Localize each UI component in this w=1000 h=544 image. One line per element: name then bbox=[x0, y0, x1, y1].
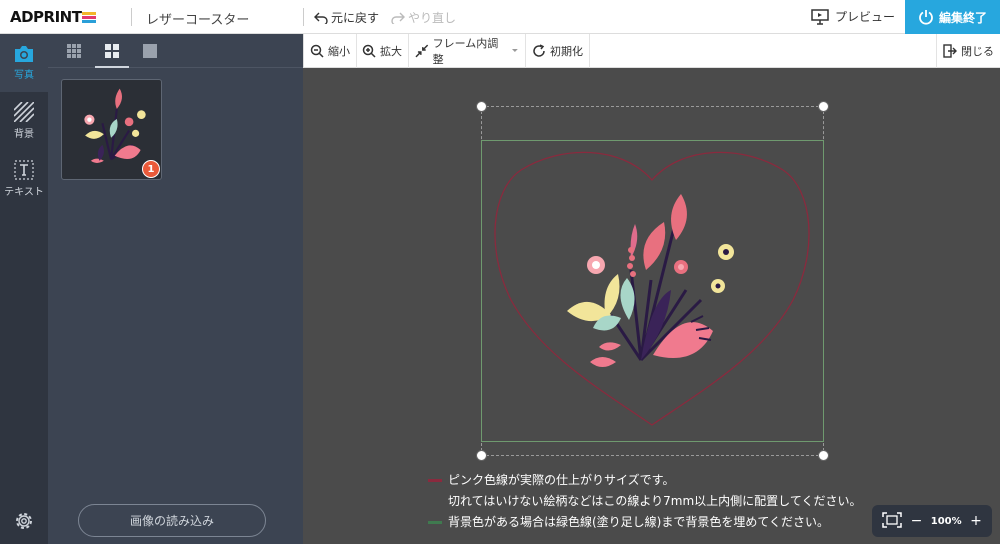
tab-grid-medium[interactable] bbox=[95, 42, 129, 68]
finish-label: 編集終了 bbox=[938, 10, 987, 25]
tab-grid-large[interactable] bbox=[141, 42, 159, 60]
resize-handle-top-right[interactable] bbox=[818, 101, 829, 112]
note-text: ピンク色線が実際の仕上がりサイズです。 bbox=[448, 473, 675, 487]
zoom-in-icon bbox=[362, 44, 376, 58]
grid-large-icon bbox=[143, 44, 157, 58]
tab-grid-small[interactable] bbox=[65, 42, 83, 60]
note-text: 背景色がある場合は緑色線(塗り足し線)まで背景色を埋めてください。 bbox=[448, 515, 830, 529]
redo-icon bbox=[391, 12, 405, 24]
image-thumbnail[interactable]: 1 bbox=[61, 79, 162, 180]
app-header: ADPRINT レザーコースター 元に戻す やり直し プレビュー 編集終了 bbox=[0, 0, 1000, 34]
undo-label: 元に戻す bbox=[331, 11, 380, 25]
camera-icon bbox=[15, 46, 33, 62]
pink-swatch bbox=[428, 479, 442, 482]
close-button[interactable]: 閉じる bbox=[936, 34, 1000, 68]
adprint-logo[interactable]: ADPRINT bbox=[10, 7, 97, 27]
zoom-out-button[interactable]: 縮小 bbox=[304, 34, 357, 68]
shrink-arrows-icon bbox=[415, 44, 429, 58]
left-rail: 写真 背景 テキスト bbox=[0, 34, 48, 544]
reset-button[interactable]: 初期化 bbox=[526, 34, 590, 68]
rail-item-label: 写真 bbox=[14, 70, 34, 81]
power-icon bbox=[919, 10, 933, 25]
finish-editing-button[interactable]: 編集終了 bbox=[905, 0, 1000, 34]
product-title: レザーコースター bbox=[146, 13, 250, 28]
logo-text: ADPRINT bbox=[10, 8, 82, 26]
note-pink-line: ピンク色線が実際の仕上がりサイズです。 bbox=[428, 470, 861, 491]
exit-door-icon bbox=[943, 44, 957, 58]
redo-label: やり直し bbox=[408, 11, 457, 25]
rail-item-text[interactable]: テキスト bbox=[0, 150, 48, 208]
close-label: 閉じる bbox=[961, 45, 994, 58]
reset-label: 初期化 bbox=[550, 45, 583, 58]
usage-count-badge: 1 bbox=[142, 160, 160, 178]
dropdown-caret-icon bbox=[512, 49, 519, 52]
monitor-icon bbox=[811, 8, 829, 25]
green-swatch bbox=[428, 521, 442, 524]
view-tabs bbox=[48, 34, 303, 68]
zoom-minus-button[interactable]: − bbox=[911, 513, 923, 529]
redo-button[interactable]: やり直し bbox=[391, 9, 456, 26]
note-green-line: 背景色がある場合は緑色線(塗り足し線)まで背景色を埋めてください。 bbox=[428, 512, 861, 533]
zoom-out-label: 縮小 bbox=[328, 45, 350, 58]
settings-button[interactable] bbox=[13, 510, 35, 536]
rail-item-label: テキスト bbox=[4, 187, 44, 198]
load-image-button[interactable]: 画像の読み込み bbox=[78, 504, 266, 537]
fit-frame-label: フレーム内調整 bbox=[432, 37, 499, 66]
preview-button[interactable]: プレビュー bbox=[811, 8, 895, 25]
guide-notes: ピンク色線が実際の仕上がりサイズです。 切れてはいけない絵柄などはこの線より7m… bbox=[428, 470, 861, 533]
refresh-icon bbox=[533, 44, 545, 57]
fit-frame-dropdown[interactable]: フレーム内調整 bbox=[409, 34, 526, 68]
rail-item-photo[interactable]: 写真 bbox=[0, 34, 48, 92]
zoom-in-button[interactable]: 拡大 bbox=[356, 34, 409, 68]
zoom-control: − 100% + bbox=[872, 505, 992, 537]
grid-small-icon bbox=[67, 44, 81, 58]
rail-item-label: 背景 bbox=[14, 129, 34, 140]
zoom-in-label: 拡大 bbox=[380, 45, 402, 58]
fit-screen-button[interactable] bbox=[882, 511, 902, 531]
resize-handle-bottom-left[interactable] bbox=[476, 450, 487, 461]
zoom-level: 100% bbox=[930, 515, 962, 527]
edit-toolbar: 縮小 拡大 フレーム内調整 初期化 閉じる bbox=[303, 34, 1000, 68]
rail-item-background[interactable]: 背景 bbox=[0, 92, 48, 150]
grid-medium-icon bbox=[105, 44, 119, 58]
zoom-plus-button[interactable]: + bbox=[970, 513, 982, 529]
note-text: 切れてはいけない絵柄などはこの線より7mm以上内側に配置してください。 bbox=[448, 494, 862, 508]
heart-cut-line bbox=[494, 151, 810, 426]
coaster-artwork bbox=[494, 151, 810, 426]
header-divider bbox=[131, 8, 132, 26]
header-divider bbox=[303, 8, 304, 26]
text-icon bbox=[14, 160, 34, 180]
zoom-out-icon bbox=[310, 44, 324, 58]
note-safe-margin: 切れてはいけない絵柄などはこの線より7mm以上内側に配置してください。 bbox=[428, 491, 861, 512]
preview-label: プレビュー bbox=[835, 10, 896, 24]
resize-handle-bottom-right[interactable] bbox=[818, 450, 829, 461]
logo-stripes-icon bbox=[82, 11, 97, 23]
photo-panel: 1 画像の読み込み bbox=[48, 34, 303, 544]
undo-icon bbox=[314, 12, 328, 24]
resize-handle-top-left[interactable] bbox=[476, 101, 487, 112]
hatch-icon bbox=[14, 102, 34, 122]
gear-icon bbox=[16, 513, 32, 529]
flower-bouquet bbox=[567, 194, 734, 367]
undo-button[interactable]: 元に戻す bbox=[314, 9, 379, 26]
design-canvas[interactable]: ピンク色線が実際の仕上がりサイズです。 切れてはいけない絵柄などはこの線より7m… bbox=[303, 68, 1000, 544]
fit-screen-icon bbox=[882, 511, 902, 528]
